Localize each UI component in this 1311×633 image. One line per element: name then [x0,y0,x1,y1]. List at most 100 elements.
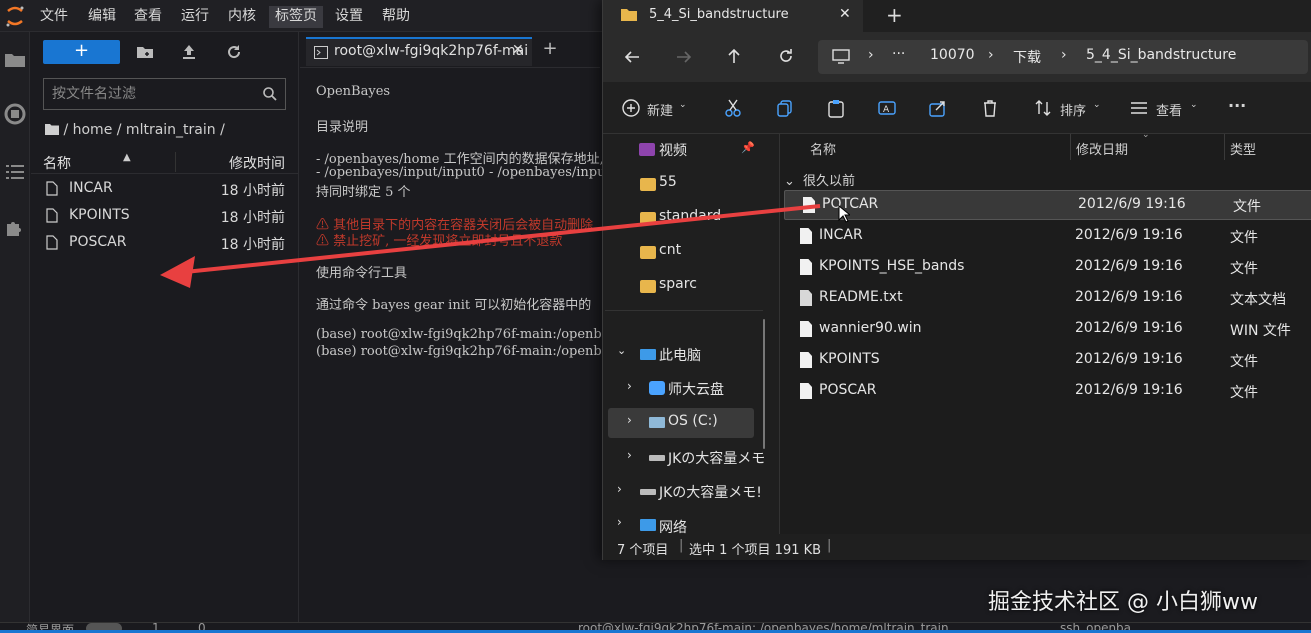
file-row[interactable]: POSCAR 18 小时前 [31,230,299,256]
file-icon [46,208,58,223]
nav-item-folder[interactable]: cnt [603,237,777,267]
nav-item-drive[interactable]: › JKの大容量メモ [603,443,777,473]
menu-edit[interactable]: 编辑 [84,6,120,28]
file-row[interactable]: POTCAR 2012/6/9 19:16 文件 [784,190,1311,220]
breadcrumb-item[interactable]: 下载 [1013,47,1041,67]
more-options-button[interactable]: ··· [1228,96,1246,115]
nav-item-folder[interactable]: sparc [603,271,777,301]
menu-kernel[interactable]: 内核 [224,6,260,28]
nav-label: 此电脑 [659,348,701,364]
file-row[interactable]: INCAR 18 小时前 [31,176,299,202]
copy-icon[interactable] [775,98,795,118]
file-name: KPOINTS [69,207,130,223]
file-row[interactable]: KPOINTS 18 小时前 [31,203,299,229]
upload-icon[interactable] [179,42,199,62]
cut-icon[interactable] [723,98,743,118]
close-tab-icon[interactable]: ✕ [512,42,524,58]
search-icon [263,87,277,101]
nav-item-this-pc[interactable]: ⌄ 此电脑 [603,340,777,370]
refresh-icon[interactable] [224,42,244,62]
nav-item-videos[interactable]: 视频 📌 [603,135,777,165]
terminal-line: OpenBayes [316,84,391,99]
nav-label: sparc [659,276,697,292]
forward-arrow-icon[interactable] [675,48,693,66]
file-type: 文件 [1230,385,1258,401]
share-icon[interactable] [928,98,948,118]
sort-icon[interactable] [1033,98,1053,118]
folder-icon[interactable] [3,48,27,72]
file-row[interactable]: INCAR 2012/6/9 19:16 文件 [780,221,1311,251]
running-icon[interactable] [3,102,27,126]
back-arrow-icon[interactable] [623,48,641,66]
delete-icon[interactable] [980,98,1000,118]
status-divider: | [827,538,832,553]
breadcrumb-item[interactable]: 5_4_Si_bandstructure [1086,47,1236,63]
toc-icon[interactable] [3,160,27,184]
filter-input[interactable] [52,84,252,104]
folder-icon [621,9,637,21]
menu-view[interactable]: 查看 [130,6,166,28]
folder-icon[interactable] [45,123,59,135]
add-tab-button[interactable]: + [538,39,562,61]
nav-item-cloud[interactable]: › 师大云盘 [603,374,777,404]
terminal-tab-title: root@xlw-fgi9qk2hp76f-mai [334,43,529,59]
date-column-header[interactable]: 修改日期 [1076,139,1128,158]
terminal-tab[interactable]: root@xlw-fgi9qk2hp76f-mai ✕ [306,37,532,66]
nav-item-os-c[interactable]: › OS (C:) [608,408,754,438]
jupyter-logo-icon [6,6,24,27]
new-launcher-button[interactable]: + [43,40,120,64]
new-tab-icon[interactable]: + [886,3,903,27]
nav-item-drive[interactable]: › JKの大容量メモ! [603,477,777,507]
file-row[interactable]: POSCAR 2012/6/9 19:16 文件 [780,376,1311,406]
name-column-header[interactable]: 名称 [810,139,836,158]
breadcrumb-item[interactable]: 10070 [930,47,975,63]
file-date: 2012/6/9 19:16 [1075,227,1183,243]
menu-file[interactable]: 文件 [36,6,72,28]
folder-icon [640,178,656,191]
address-box[interactable]: › ··· 10070 › 下载 › 5_4_Si_bandstructure [818,40,1308,74]
nav-divider [605,310,763,311]
paste-icon[interactable] [826,98,846,118]
type-column-header[interactable]: 类型 [1230,139,1256,158]
file-row[interactable]: KPOINTS_HSE_bands 2012/6/9 19:16 文件 [780,252,1311,282]
chevron-down-icon: ⌄ [1093,100,1101,110]
file-icon [800,228,812,244]
menu-tabs[interactable]: 标签页 [269,6,323,28]
file-modified: 18 小时前 [220,210,285,226]
refresh-icon[interactable] [777,47,795,65]
file-row[interactable]: README.txt 2012/6/9 19:16 文本文档 [780,283,1311,313]
new-folder-icon[interactable] [135,42,155,62]
name-column-header[interactable]: 名称 [43,153,71,173]
file-explorer-window: 5_4_Si_bandstructure ✕ + › ··· 10070 › 下… [602,0,1311,560]
breadcrumb-more[interactable]: ··· [892,46,905,62]
close-tab-icon[interactable]: ✕ [839,6,851,22]
new-button[interactable]: 新建 [647,100,673,119]
nav-item-folder[interactable]: standard [603,203,777,233]
file-date: 2012/6/9 19:16 [1075,382,1183,398]
sort-button[interactable]: 排序 [1060,100,1086,119]
explorer-tab[interactable]: 5_4_Si_bandstructure ✕ [603,0,863,32]
breadcrumb-path[interactable]: / home / mltrain_train / [63,122,224,138]
nav-item-network[interactable]: › 网络 [603,512,777,536]
up-arrow-icon[interactable] [725,47,743,65]
view-icon[interactable] [1129,98,1149,118]
file-row[interactable]: wannier90.win 2012/6/9 19:16 WIN 文件 [780,314,1311,344]
explorer-tab-title: 5_4_Si_bandstructure [649,7,789,22]
file-name: README.txt [819,289,903,305]
menu-settings[interactable]: 设置 [331,6,367,28]
rename-icon[interactable]: A [877,98,897,118]
folder-icon [640,212,656,225]
menu-run[interactable]: 运行 [177,6,213,28]
modified-column-header[interactable]: 修改时间 [229,153,285,173]
file-row[interactable]: KPOINTS 2012/6/9 19:16 文件 [780,345,1311,375]
new-icon[interactable] [621,98,641,118]
file-type: 文件 [1230,230,1258,246]
chevron-right-icon: › [1061,47,1067,63]
nav-item-folder[interactable]: 55 [603,169,777,199]
menu-help[interactable]: 帮助 [378,6,414,28]
terminal-output[interactable]: OpenBayes 目录说明 - /openbayes/home 工作空间内的数… [306,70,602,610]
extension-icon[interactable] [3,216,27,240]
group-header[interactable]: ⌄ 很久以前 [784,170,855,189]
view-button[interactable]: 查看 [1156,100,1182,119]
terminal-warning-line: ⚠ 禁止挖矿, 一经发现将立即封号且不退款 [316,234,563,249]
